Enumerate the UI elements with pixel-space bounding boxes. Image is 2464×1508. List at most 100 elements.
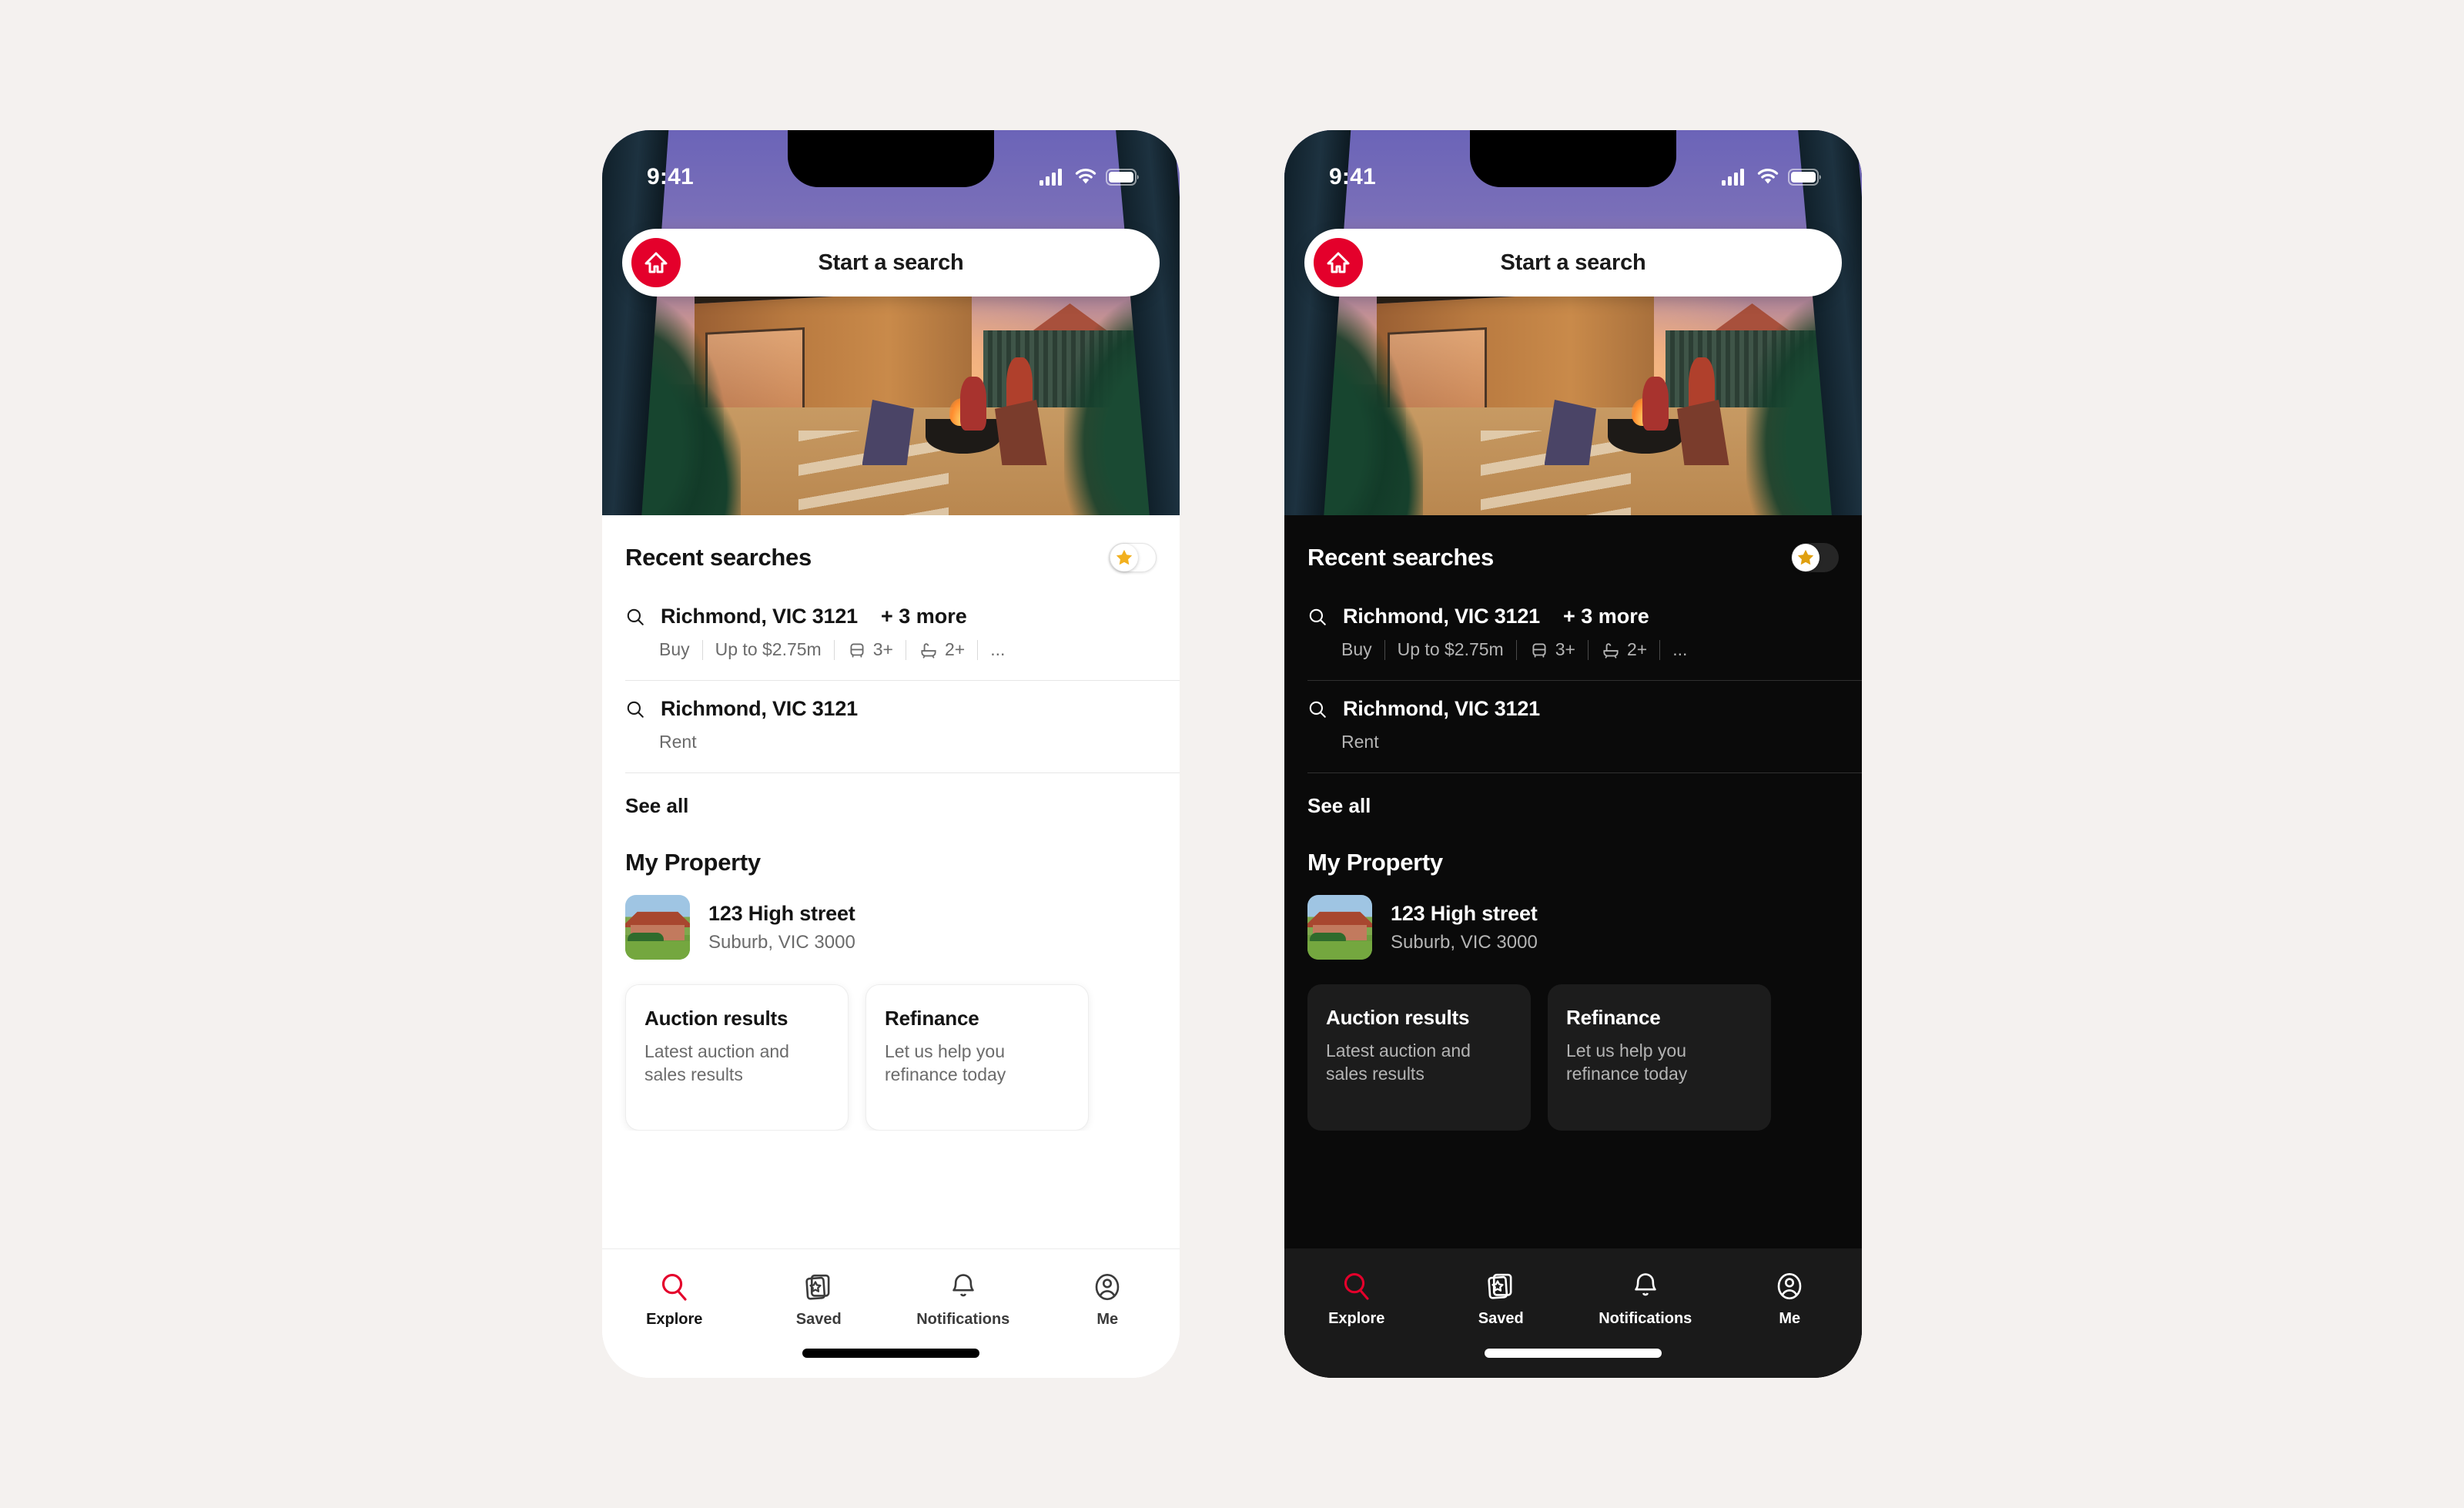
card-subtitle: Latest auction and sales results	[644, 1041, 789, 1085]
tab-explore[interactable]: Explore	[1284, 1259, 1429, 1378]
see-all-link[interactable]: See all	[602, 772, 1180, 841]
property-address: 123 High street	[1391, 901, 1538, 925]
tab-label: Saved	[1478, 1310, 1524, 1327]
see-all-link[interactable]: See all	[1284, 772, 1862, 841]
tab-saved[interactable]: Saved	[747, 1260, 892, 1378]
my-property-item[interactable]: 123 High street Suburb, VIC 3000	[1284, 889, 1862, 980]
screenshot-canvas: 9:41 Start a search Recent searches Rich…	[0, 0, 2464, 1508]
battery-icon	[1106, 169, 1139, 186]
search-icon	[1309, 608, 1326, 625]
meta-bedrooms-count: 3+	[1555, 639, 1575, 659]
bath-icon	[1603, 642, 1619, 658]
recent-search-row-2-main: Richmond, VIC 3121	[625, 697, 1157, 721]
meta-divider	[833, 639, 835, 660]
meta-price: Up to $2.75m	[715, 639, 822, 659]
status-icons	[1722, 168, 1822, 186]
search-icon	[661, 1274, 687, 1301]
recent-search-row-2[interactable]: Richmond, VIC 3121 Rent	[602, 680, 1180, 772]
tab-me[interactable]: Me	[1036, 1260, 1180, 1378]
property-text: 123 High street Suburb, VIC 3000	[1391, 902, 1538, 953]
card-title: Auction results	[1326, 1006, 1470, 1029]
cellular-signal-icon	[1040, 169, 1062, 186]
device-notch	[1470, 130, 1676, 187]
card-auction-results[interactable]: Auction results Latest auction and sales…	[1307, 984, 1531, 1131]
saved-searches-toggle[interactable]	[1109, 543, 1157, 572]
recent-search-location: Richmond, VIC 3121	[1343, 697, 1540, 720]
meta-bathrooms-count: 2+	[1626, 639, 1648, 659]
search-icon	[627, 608, 644, 625]
bath-icon	[921, 642, 936, 658]
card-refinance[interactable]: Refinance Let us help you refinance toda…	[865, 984, 1089, 1131]
property-thumbnail	[1307, 895, 1372, 960]
star-icon	[1116, 549, 1133, 565]
thumb-lawn	[1307, 941, 1372, 960]
meta-divider	[1384, 639, 1385, 660]
bed-icon	[850, 642, 864, 658]
recent-search-more-count: + 3 more	[880, 605, 967, 628]
home-indicator	[802, 1349, 979, 1358]
card-subtitle: Let us help you refinance today	[885, 1041, 1006, 1085]
property-text: 123 High street Suburb, VIC 3000	[708, 902, 855, 953]
meta-mode: Rent	[659, 732, 697, 752]
property-suburb: Suburb, VIC 3000	[1391, 931, 1538, 953]
meta-divider	[701, 639, 703, 660]
tab-notifications[interactable]: Notifications	[1573, 1259, 1718, 1378]
recent-searches-title: Recent searches	[1307, 544, 1494, 571]
recent-search-row-1-main: Richmond, VIC 3121 + 3 more	[1307, 605, 1839, 628]
tab-label: Explore	[1328, 1310, 1385, 1327]
property-address: 123 High street	[708, 901, 855, 925]
illustration-person-a	[1642, 377, 1669, 431]
person-circle-icon	[1777, 1272, 1802, 1300]
app-screen-light: 9:41 Start a search Recent searches Rich…	[602, 130, 1180, 1378]
tab-me[interactable]: Me	[1718, 1259, 1863, 1378]
hero-illustration: 9:41 Start a search	[1284, 130, 1862, 515]
thumb-lawn	[625, 941, 690, 960]
meta-divider	[1659, 639, 1661, 660]
tab-notifications[interactable]: Notifications	[891, 1260, 1036, 1378]
battery-icon	[1788, 169, 1821, 186]
meta-bathrooms-count: 2+	[944, 639, 966, 659]
recent-search-row-1[interactable]: Richmond, VIC 3121 + 3 more Buy Up to $2…	[1284, 588, 1862, 680]
meta-overflow: ...	[1672, 639, 1688, 659]
promo-cards-rail[interactable]: Auction results Latest auction and sales…	[1284, 980, 1862, 1131]
recent-search-more-count: + 3 more	[1562, 605, 1649, 628]
hero-illustration: 9:41 Start a search	[602, 130, 1180, 515]
bed-icon	[1532, 642, 1546, 658]
toggle-knob	[1792, 544, 1820, 571]
recent-search-row-1[interactable]: Richmond, VIC 3121 + 3 more Buy Up to $2…	[602, 588, 1180, 680]
meta-mode: Buy	[659, 639, 690, 659]
recent-searches-title: Recent searches	[625, 544, 812, 571]
status-icons	[1040, 168, 1140, 186]
promo-cards-rail[interactable]: Auction results Latest auction and sales…	[602, 980, 1180, 1131]
card-subtitle: Latest auction and sales results	[1326, 1041, 1471, 1084]
tab-explore[interactable]: Explore	[602, 1260, 747, 1378]
recent-search-row-1-main: Richmond, VIC 3121 + 3 more	[625, 605, 1157, 628]
wifi-icon	[1075, 169, 1096, 184]
bell-icon	[952, 1274, 974, 1297]
search-icon	[1309, 701, 1326, 718]
search-placeholder: Start a search	[1500, 250, 1646, 275]
tab-saved[interactable]: Saved	[1429, 1259, 1574, 1378]
recent-search-row-2[interactable]: Richmond, VIC 3121 Rent	[1284, 680, 1862, 772]
my-property-title: My Property	[1307, 849, 1443, 876]
tab-label: Notifications	[1599, 1310, 1692, 1327]
card-auction-results[interactable]: Auction results Latest auction and sales…	[625, 984, 849, 1131]
saved-searches-toggle[interactable]	[1791, 543, 1839, 572]
person-circle-icon	[1095, 1273, 1120, 1301]
search-bar[interactable]: Start a search	[1304, 229, 1842, 297]
bottom-tab-bar-light: Explore Saved Notifications Me	[602, 1248, 1180, 1378]
tab-label: Explore	[646, 1311, 703, 1328]
recent-search-location: Richmond, VIC 3121	[661, 697, 858, 720]
meta-divider	[1587, 639, 1589, 660]
my-property-item[interactable]: 123 High street Suburb, VIC 3000	[602, 889, 1180, 980]
search-icon	[627, 701, 644, 718]
meta-divider	[977, 639, 979, 660]
app-screen-dark: 9:41 Start a search Recent searches Rich…	[1284, 130, 1862, 1378]
search-bar[interactable]: Start a search	[622, 229, 1160, 297]
phone-dark-theme: 9:41 Start a search Recent searches Rich…	[1284, 130, 1862, 1378]
tab-label: Saved	[795, 1311, 842, 1328]
saved-cards-star-icon	[805, 1274, 830, 1300]
card-refinance[interactable]: Refinance Let us help you refinance toda…	[1548, 984, 1771, 1131]
recent-search-location: Richmond, VIC 3121	[661, 605, 858, 628]
meta-bathrooms: 2+	[919, 639, 965, 660]
